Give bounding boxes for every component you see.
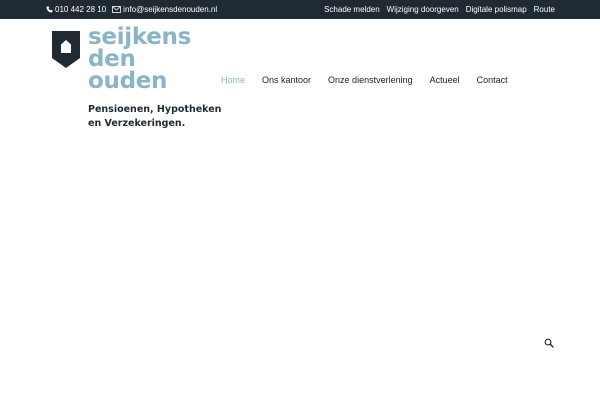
nav-item-contact[interactable]: Contact — [477, 75, 508, 85]
logo-word-line2: den — [88, 46, 136, 72]
logo-tagline-line1: Pensioenen, Hypotheken — [88, 104, 222, 115]
email-address: info@seijkensdenouden.nl — [123, 5, 218, 14]
nav-item-actueel[interactable]: Actueel — [430, 75, 460, 85]
email-link[interactable]: info@seijkensdenouden.nl — [112, 5, 217, 14]
top-link-schade-melden[interactable]: Schade melden — [324, 5, 380, 14]
top-bar: 010 442 28 10 info@seijkensdenouden.nl S… — [0, 0, 600, 19]
nav-item-home[interactable]: Home — [221, 75, 245, 85]
main-nav: Home Ons kantoor Onze dienstverlening Ac… — [221, 73, 508, 87]
logo-word-line1: seijkens — [88, 24, 191, 50]
logo-tagline: Pensioenen, Hypotheken en Verzekeringen. — [88, 103, 221, 131]
phone-link[interactable]: 010 442 28 10 — [46, 5, 106, 14]
search-icon — [544, 338, 554, 348]
logo-wordmark: seijkens den ouden — [88, 24, 191, 94]
top-link-route[interactable]: Route — [534, 5, 555, 14]
logo-tagline-line2: en Verzekeringen. — [88, 118, 186, 129]
phone-icon — [46, 6, 53, 13]
logo-word-line3: ouden — [88, 68, 168, 94]
top-link-digitale-polismap[interactable]: Digitale polismap — [466, 5, 527, 14]
nav-item-onze-dienstverlening[interactable]: Onze dienstverlening — [328, 75, 413, 85]
nav-item-ons-kantoor[interactable]: Ons kantoor — [262, 75, 311, 85]
phone-number: 010 442 28 10 — [55, 5, 107, 14]
top-links: Schade melden Wijziging doorgeven Digita… — [324, 0, 555, 19]
search-button[interactable] — [544, 335, 554, 348]
top-link-wijziging-doorgeven[interactable]: Wijziging doorgeven — [387, 5, 459, 14]
contact-info: 010 442 28 10 info@seijkensdenouden.nl — [46, 0, 217, 19]
site-logo[interactable]: seijkens den ouden Pensioenen, Hypotheke… — [52, 26, 221, 132]
house-shield-icon — [52, 31, 80, 68]
envelope-icon — [112, 6, 122, 13]
